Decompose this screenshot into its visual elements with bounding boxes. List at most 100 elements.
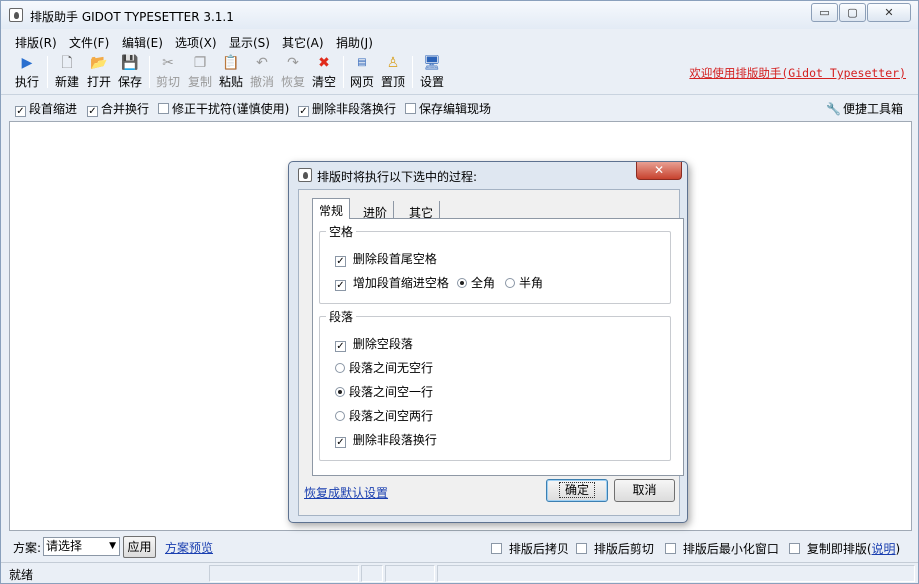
add-indent-checkbox[interactable]: ✓ 增加段首缩进空格 xyxy=(335,274,449,291)
tab-general[interactable]: 常规 xyxy=(312,198,351,219)
menu-options[interactable]: 选项(X) xyxy=(175,34,217,51)
close-icon: ✕ xyxy=(884,6,894,19)
top-button[interactable]: ♙ 置顶 xyxy=(378,54,408,90)
save-scene-checkbox[interactable]: 保存编辑现场 xyxy=(405,100,491,117)
status-cell xyxy=(209,565,359,582)
help-link[interactable]: 说明 xyxy=(872,542,896,556)
menu-other[interactable]: 其它(A) xyxy=(282,34,324,51)
apply-button[interactable]: 应用 xyxy=(123,536,156,558)
clear-button[interactable]: ✖ 清空 xyxy=(309,54,339,90)
close-button[interactable]: ✕ xyxy=(867,3,911,22)
new-button[interactable]: 🗋 新建 xyxy=(52,54,82,90)
toolbox-button[interactable]: 🔧 便捷工具箱 xyxy=(826,100,903,117)
fix-checkbox[interactable]: 修正干扰符(谨慎使用) xyxy=(158,100,289,117)
remove-trim-checkbox[interactable]: ✓ 删除段首尾空格 xyxy=(335,250,437,267)
full-width-radio[interactable]: 全角 xyxy=(457,274,495,291)
html-icon: ▤ xyxy=(357,57,367,68)
menu-bar: 排版(R) 文件(F) 编辑(E) 选项(X) 显示(S) 其它(A) 捐助(J… xyxy=(1,31,918,51)
paste-button[interactable]: 📋 粘贴 xyxy=(216,54,246,90)
copy-label: 复制 xyxy=(187,75,212,89)
new-label: 新建 xyxy=(54,75,79,89)
restore-defaults-link[interactable]: 恢复成默认设置 xyxy=(304,484,388,501)
web-button[interactable]: ▤ 网页 xyxy=(347,54,377,90)
undo-icon: ↶ xyxy=(256,55,268,71)
no-blank-radio[interactable]: 段落之间无空行 xyxy=(335,359,433,376)
checkbox-checked-icon: ✓ xyxy=(15,106,26,117)
toolbar-separator xyxy=(343,56,344,88)
half-width-radio[interactable]: 半角 xyxy=(505,274,543,291)
redo-icon: ↷ xyxy=(287,55,299,71)
menu-donate[interactable]: 捐助(J) xyxy=(336,34,373,51)
undo-label: 撤消 xyxy=(249,75,274,89)
redo-button[interactable]: ↷ 恢复 xyxy=(278,54,308,90)
scheme-label: 方案: xyxy=(13,541,42,555)
one-blank-label: 段落之间空一行 xyxy=(349,385,434,399)
menu-display[interactable]: 显示(S) xyxy=(229,34,270,51)
help-close-paren: ) xyxy=(895,542,901,556)
dialog-icon xyxy=(298,168,312,182)
radio-unselected-icon xyxy=(505,278,515,288)
dialog-close-button[interactable]: ✕ xyxy=(636,162,682,180)
checkbox-checked-icon: ✓ xyxy=(298,106,309,117)
indent-checkbox[interactable]: ✓ 段首缩进 xyxy=(15,100,77,117)
run-button[interactable]: ▶ 执行 xyxy=(11,54,43,90)
cut-button[interactable]: ✂ 剪切 xyxy=(153,54,183,90)
remove-empty-checkbox[interactable]: ✓ 删除空段落 xyxy=(335,335,413,352)
redo-label: 恢复 xyxy=(280,75,305,89)
one-blank-radio[interactable]: 段落之间空一行 xyxy=(335,383,433,400)
open-label: 打开 xyxy=(86,75,111,89)
copy-typeset-checkbox[interactable]: 复制即排版(说明) xyxy=(789,540,900,557)
scheme-preview-link[interactable]: 方案预览 xyxy=(165,539,213,556)
folder-icon: 📂 xyxy=(90,55,108,71)
scheme-select[interactable]: 请选择 ▼ xyxy=(43,537,120,556)
minimize-after-label: 排版后最小化窗口 xyxy=(682,542,779,556)
checkbox-unchecked-icon xyxy=(491,543,502,554)
cut-after-checkbox[interactable]: 排版后剪切 xyxy=(576,540,654,557)
checkbox-unchecked-icon xyxy=(158,103,169,114)
maximize-button[interactable]: ▢ xyxy=(839,3,866,22)
merge-label: 合并换行 xyxy=(101,102,150,116)
copy-after-checkbox[interactable]: 排版后拷贝 xyxy=(491,540,569,557)
menu-edit[interactable]: 编辑(E) xyxy=(122,34,163,51)
minimize-after-checkbox[interactable]: 排版后最小化窗口 xyxy=(665,540,779,557)
paste-label: 粘贴 xyxy=(218,75,243,89)
minimize-button[interactable]: ▭ xyxy=(811,3,838,22)
save-scene-label: 保存编辑现场 xyxy=(419,102,492,116)
space-group: 空格 ✓ 删除段首尾空格 ✓ 增加段首缩进空格 全角 半角 xyxy=(319,223,671,304)
remove-breaks-checkbox[interactable]: ✓ 删除非段落换行 xyxy=(298,100,396,117)
toolbar-separator xyxy=(149,56,150,88)
status-cell xyxy=(385,565,435,582)
welcome-link[interactable]: 欢迎使用排版助手(Gidot Typesetter) xyxy=(689,65,906,81)
close-icon: ✕ xyxy=(653,163,665,177)
two-blank-radio[interactable]: 段落之间空两行 xyxy=(335,407,433,424)
cut-label: 剪切 xyxy=(155,75,180,89)
remove-non-para-checkbox[interactable]: ✓ 删除非段落换行 xyxy=(335,431,437,448)
minimize-icon: ▭ xyxy=(819,6,830,19)
undo-button[interactable]: ↶ 撤消 xyxy=(247,54,277,90)
settings-label: 设置 xyxy=(419,75,444,89)
remove-non-para-label: 删除非段落换行 xyxy=(352,433,437,447)
checkbox-unchecked-icon xyxy=(789,543,800,554)
open-button[interactable]: 📂 打开 xyxy=(84,54,114,90)
paragraph-group: 段落 ✓ 删除空段落 段落之间无空行 段落之间空一行 段落之间空两行 ✓ 删除非… xyxy=(319,308,671,461)
fix-label: 修正干扰符(谨慎使用) xyxy=(172,102,290,116)
radio-selected-icon xyxy=(457,278,467,288)
cancel-button[interactable]: 取消 xyxy=(614,479,675,502)
bottom-bar: 方案: 请选择 ▼ 应用 方案预览 排版后拷贝 排版后剪切 排版后最小化窗口 复制… xyxy=(1,533,918,561)
checkbox-checked-icon: ✓ xyxy=(335,280,346,291)
dropdown-arrow-icon: ▼ xyxy=(109,541,116,551)
merge-checkbox[interactable]: ✓ 合并换行 xyxy=(87,100,149,117)
menu-typeset[interactable]: 排版(R) xyxy=(15,34,57,51)
menu-file[interactable]: 文件(F) xyxy=(69,34,109,51)
pin-icon: ♙ xyxy=(386,55,400,71)
ok-button[interactable]: 确定 xyxy=(546,479,608,502)
save-icon: 💾 xyxy=(121,55,139,71)
clear-x-icon: ✖ xyxy=(318,55,330,71)
copy-after-label: 排版后拷贝 xyxy=(508,542,569,556)
copy-button[interactable]: ❐ 复制 xyxy=(185,54,215,90)
settings-button[interactable]: 🖥 设置 xyxy=(417,54,447,90)
remove-empty-label: 删除空段落 xyxy=(352,337,413,351)
save-button[interactable]: 💾 保存 xyxy=(115,54,145,90)
checkbox-checked-icon: ✓ xyxy=(87,106,98,117)
computer-icon: 🖥 xyxy=(423,55,441,71)
